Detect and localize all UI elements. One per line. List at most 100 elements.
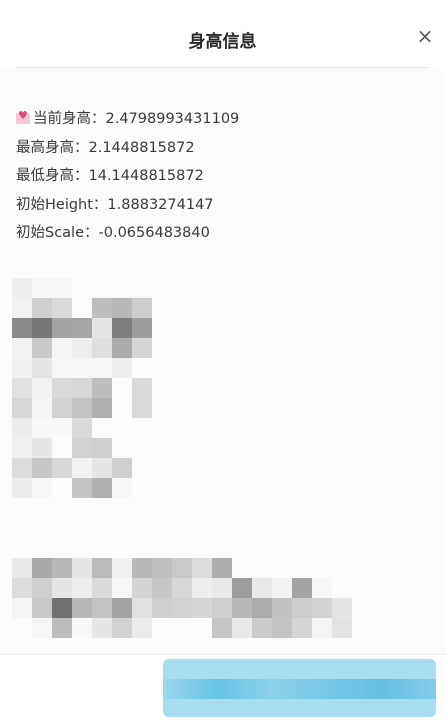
image-pixel	[152, 598, 172, 618]
image-pixel	[132, 558, 152, 578]
image-pixel	[52, 458, 72, 478]
image-pixel	[32, 398, 52, 418]
image-pixel	[292, 598, 312, 618]
image-pixel	[32, 578, 52, 598]
image-pixel	[72, 478, 92, 498]
image-pixel	[312, 618, 332, 638]
height-info-list: 当前身高：2.4798993431109 最高身高：2.1448815872 最…	[16, 107, 429, 250]
header-divider	[16, 67, 429, 68]
image-pixel	[72, 378, 92, 398]
image-pixel	[132, 318, 152, 338]
image-pixel	[132, 398, 152, 418]
image-pixel	[132, 578, 152, 598]
image-pixel	[32, 478, 52, 498]
image-pixel	[32, 318, 52, 338]
image-pixel	[232, 578, 252, 598]
image-pixel	[232, 598, 252, 618]
image-pixel	[272, 598, 292, 618]
image-pixel	[52, 358, 72, 378]
image-pixel	[132, 378, 152, 398]
image-pixel	[92, 298, 112, 318]
current-height-text: 当前身高：2.4798993431109	[33, 111, 240, 127]
image-pixel	[92, 578, 112, 598]
image-pixel	[72, 598, 92, 618]
dialog-title: 身高信息	[188, 32, 257, 52]
image-pixel	[92, 598, 112, 618]
image-pixel	[332, 618, 352, 638]
image-pixel	[292, 618, 312, 638]
image-pixel	[52, 378, 72, 398]
image-pixel	[272, 578, 292, 598]
image-pixel	[32, 378, 52, 398]
dialog-header: 身高信息 ×	[0, 0, 445, 68]
image-pixel	[252, 578, 272, 598]
image-pixel	[72, 358, 92, 378]
image-pixel	[192, 558, 212, 578]
image-pixel	[132, 618, 152, 638]
confirm-button[interactable]	[163, 659, 436, 717]
image-pixel	[12, 478, 32, 498]
image-pixel	[252, 618, 272, 638]
image-pixel	[212, 578, 232, 598]
image-pixel	[152, 578, 172, 598]
image-pixel	[112, 458, 132, 478]
image-pixel	[72, 418, 92, 438]
image-pixel	[172, 598, 192, 618]
image-pixel	[92, 318, 112, 338]
current-height-row: 当前身高：2.4798993431109	[16, 107, 429, 136]
image-pixel	[92, 378, 112, 398]
image-pixel	[72, 318, 92, 338]
close-icon[interactable]: ×	[415, 26, 435, 46]
image-pixel	[112, 558, 132, 578]
image-pixel	[32, 298, 52, 318]
image-pixel	[32, 438, 52, 458]
initial-height-row: 初始Height：1.8883274147	[16, 196, 214, 213]
image-pixel	[172, 558, 192, 578]
image-pixel	[32, 458, 52, 478]
image-pixel	[92, 618, 112, 638]
image-pixel	[72, 438, 92, 458]
image-pixel	[112, 478, 132, 498]
min-height-row: 最低身高：14.1448815872	[16, 168, 204, 184]
image-pixel	[112, 598, 132, 618]
image-pixel	[72, 558, 92, 578]
heart-icon	[16, 109, 30, 124]
image-pixel	[212, 618, 232, 638]
image-pixel	[32, 278, 52, 298]
image-pixel	[92, 358, 112, 378]
image-pixel	[92, 338, 112, 358]
image-pixel	[192, 598, 212, 618]
image-pixel	[12, 578, 32, 598]
image-pixel	[112, 618, 132, 638]
image-pixel	[132, 298, 152, 318]
image-pixel	[52, 578, 72, 598]
image-pixel	[52, 278, 72, 298]
image-pixel	[32, 358, 52, 378]
image-pixel	[52, 418, 72, 438]
image-pixel	[52, 398, 72, 418]
max-height-row: 最高身高：2.1448815872	[16, 139, 195, 156]
image-pixel	[12, 458, 32, 478]
image-pixel	[52, 598, 72, 618]
image-pixel	[92, 478, 112, 498]
qr-code-image	[12, 278, 372, 638]
image-pixel	[112, 578, 132, 598]
image-pixel	[32, 418, 52, 438]
image-pixel	[272, 618, 292, 638]
image-pixel	[52, 298, 72, 318]
image-pixel	[52, 558, 72, 578]
image-pixel	[32, 338, 52, 358]
image-pixel	[12, 318, 32, 338]
image-pixel	[92, 558, 112, 578]
image-pixel	[332, 598, 352, 618]
image-pixel	[72, 578, 92, 598]
image-pixel	[12, 558, 32, 578]
image-pixel	[292, 578, 312, 598]
image-pixel	[92, 398, 112, 418]
image-pixel	[212, 558, 232, 578]
image-pixel	[52, 338, 72, 358]
image-pixel	[252, 598, 272, 618]
image-pixel	[112, 318, 132, 338]
image-pixel	[92, 438, 112, 458]
image-pixel	[72, 618, 92, 638]
